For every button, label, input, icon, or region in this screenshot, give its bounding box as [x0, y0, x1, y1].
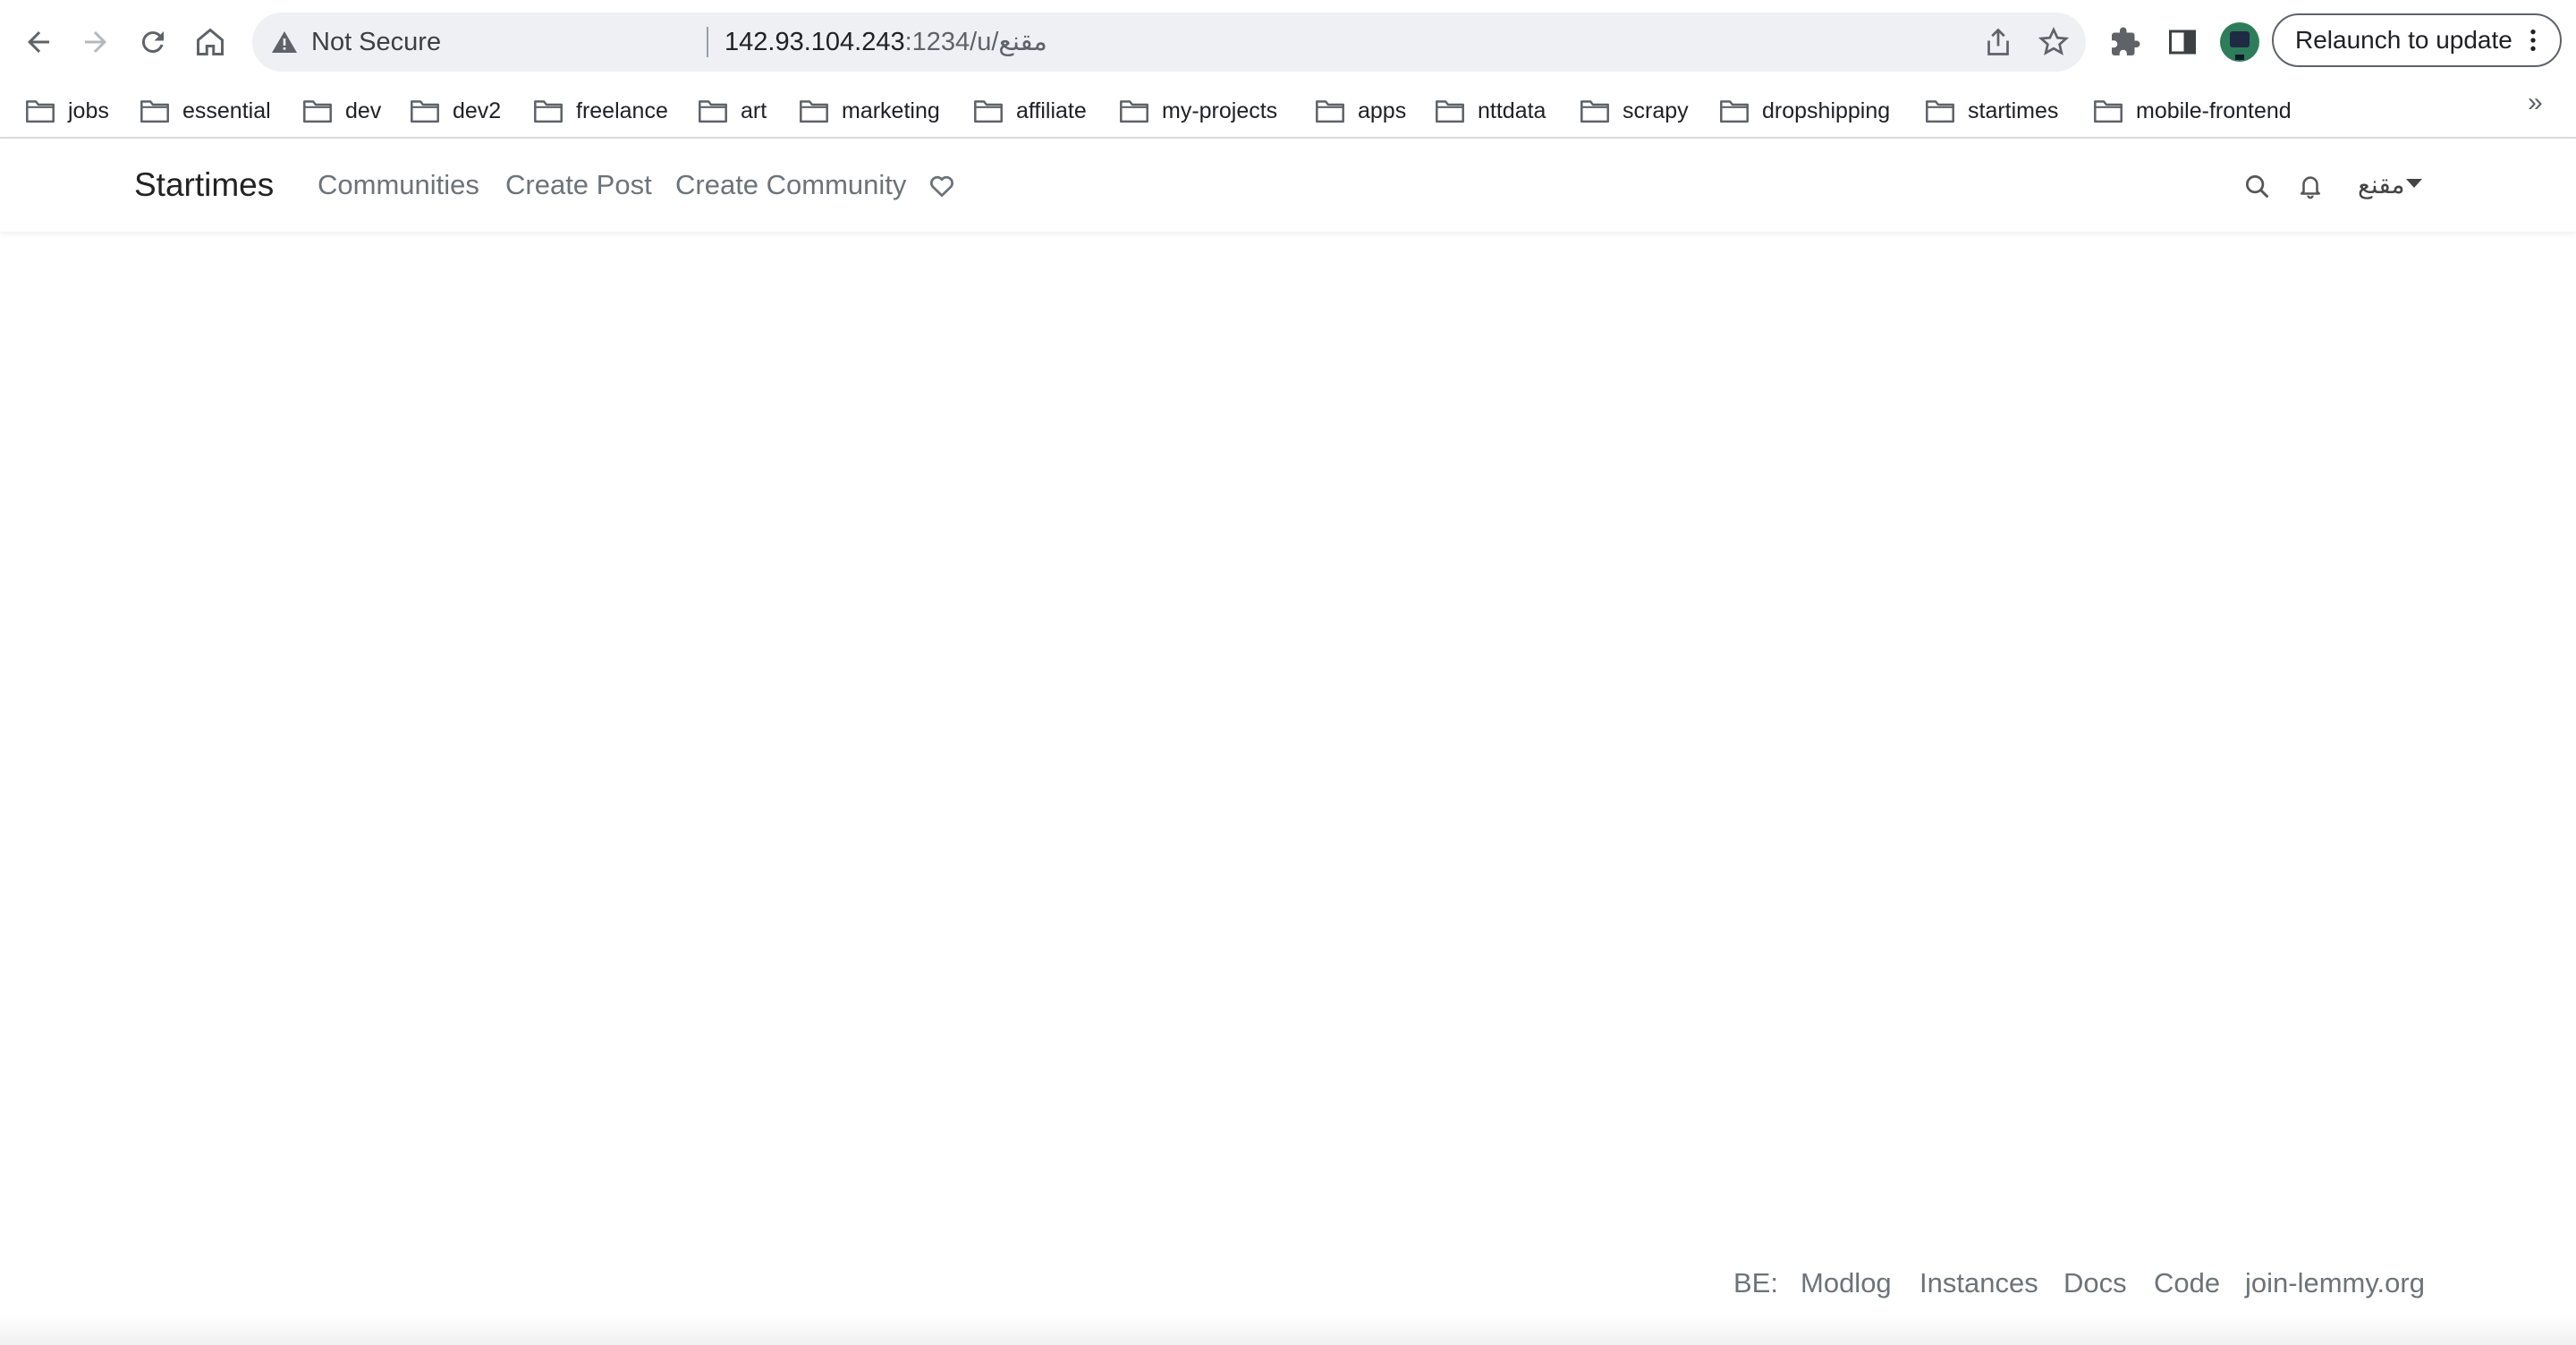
bookmark-apps[interactable]: apps	[1315, 92, 1406, 130]
bookmark-label: affiliate	[1016, 97, 1087, 123]
nav-create-post-link[interactable]: Create Post	[505, 139, 652, 232]
folder-icon	[1580, 100, 1609, 123]
footer-backend-version: BE:	[1733, 1267, 1778, 1298]
bookmark-freelance[interactable]: freelance	[533, 92, 668, 130]
side-panel-icon[interactable]	[2166, 26, 2199, 58]
bookmark-label: dropshipping	[1762, 97, 1891, 123]
folder-icon	[411, 100, 439, 123]
reload-icon	[141, 31, 164, 54]
url-text[interactable]: 142.93.104.243:1234/u/مقنع	[724, 13, 1047, 72]
site-footer: BE: Modlog Instances Docs Code join-lemm…	[0, 1252, 2576, 1315]
extensions-puzzle-icon[interactable]	[2109, 26, 2141, 58]
bookmark-label: my-projects	[1162, 97, 1278, 123]
not-secure-label[interactable]: Not Secure	[311, 13, 441, 72]
home-icon	[197, 28, 224, 55]
folder-icon	[1120, 100, 1148, 123]
folder-icon	[303, 100, 332, 123]
profile-avatar[interactable]	[2220, 22, 2259, 62]
footer-modlog-link[interactable]: Modlog	[1801, 1252, 1892, 1315]
share-icon[interactable]	[1982, 26, 2014, 58]
browser-toolbar: Not Secure 142.93.104.243:1234/u/مقنع Re…	[0, 0, 2576, 84]
footer-docs-link[interactable]: Docs	[2063, 1252, 2127, 1315]
bookmarks-bar: jobs essential dev dev2 freelance art marketin…	[0, 84, 2576, 138]
home-button[interactable]	[185, 17, 235, 67]
folder-icon	[1926, 100, 1954, 123]
bookmark-startimes[interactable]: startimes	[1925, 92, 2058, 130]
bookmark-label: essential	[182, 97, 271, 123]
folder-icon	[1720, 100, 1749, 123]
bookmark-essential[interactable]: essential	[140, 92, 271, 130]
bookmark-mobile-frontend[interactable]: mobile-frontend	[2093, 92, 2292, 130]
bookmark-label: nttdata	[1478, 97, 1546, 123]
folder-icon	[26, 100, 55, 123]
omnibox-separator	[707, 27, 708, 57]
bookmark-dropshipping[interactable]: dropshipping	[1719, 92, 1890, 130]
bookmark-scrapy[interactable]: scrapy	[1580, 92, 1689, 130]
folder-icon	[800, 100, 828, 123]
warning-icon	[272, 31, 297, 53]
back-button[interactable]	[13, 17, 64, 67]
folder-icon	[1436, 100, 1464, 123]
nav-create-community-link[interactable]: Create Community	[675, 139, 906, 232]
footer-join-lemmy-link[interactable]: join-lemmy.org	[2245, 1252, 2425, 1315]
bookmark-affiliate[interactable]: affiliate	[973, 92, 1087, 130]
bookmark-label: dev	[345, 97, 382, 123]
window-bottom-edge	[0, 1315, 2576, 1345]
bookmark-label: marketing	[842, 97, 940, 123]
bell-icon[interactable]	[2297, 173, 2324, 199]
bookmark-dev2[interactable]: dev2	[410, 92, 501, 130]
bookmark-label: freelance	[576, 97, 668, 123]
footer-code-link[interactable]: Code	[2154, 1252, 2220, 1315]
url-path: :1234/u/مقنع	[904, 28, 1047, 56]
folder-icon	[974, 100, 1003, 123]
user-menu-toggle[interactable]: مقنع	[2358, 139, 2405, 232]
footer-instances-link[interactable]: Instances	[1919, 1252, 2038, 1315]
folder-icon	[534, 100, 563, 123]
folder-icon	[2094, 100, 2123, 123]
site-navbar: Startimes Communities Create Post Create…	[0, 139, 2576, 232]
bookmark-label: art	[741, 97, 767, 123]
bookmark-dev[interactable]: dev	[302, 92, 381, 130]
bookmark-star-icon[interactable]	[2038, 26, 2070, 58]
arrow-right-icon	[85, 31, 106, 53]
relaunch-to-update-button[interactable]: Relaunch to update	[2272, 13, 2562, 67]
bookmark-label: jobs	[68, 97, 109, 123]
address-bar[interactable]: Not Secure 142.93.104.243:1234/u/مقنع	[252, 13, 2086, 72]
bookmark-label: apps	[1358, 97, 1407, 123]
bookmark-label: scrapy	[1623, 97, 1689, 123]
kebab-menu-icon	[2530, 30, 2536, 51]
forward-button[interactable]	[71, 17, 121, 67]
folder-icon	[699, 100, 727, 123]
folder-icon	[140, 100, 169, 123]
bookmark-label: dev2	[453, 97, 502, 123]
bookmark-nttdata[interactable]: nttdata	[1435, 92, 1546, 130]
reload-button[interactable]	[128, 17, 178, 67]
heart-icon[interactable]	[928, 173, 955, 199]
bookmark-label: mobile-frontend	[2136, 97, 2292, 123]
bookmark-art[interactable]: art	[698, 92, 767, 130]
site-brand-link[interactable]: Startimes	[134, 139, 274, 232]
bookmark-label: startimes	[1968, 97, 2059, 123]
bookmark-marketing[interactable]: marketing	[799, 92, 940, 130]
folder-icon	[1316, 100, 1344, 123]
nav-communities-link[interactable]: Communities	[318, 139, 479, 232]
bookmark-my-projects[interactable]: my-projects	[1119, 92, 1277, 130]
caret-down-icon	[2406, 179, 2422, 188]
url-host: 142.93.104.243	[724, 28, 905, 56]
search-icon[interactable]	[2243, 173, 2270, 199]
bookmarks-overflow-button[interactable]: »	[2528, 88, 2543, 118]
arrow-left-icon	[28, 31, 49, 53]
relaunch-label: Relaunch to update	[2295, 26, 2512, 54]
bookmark-jobs[interactable]: jobs	[25, 92, 109, 130]
